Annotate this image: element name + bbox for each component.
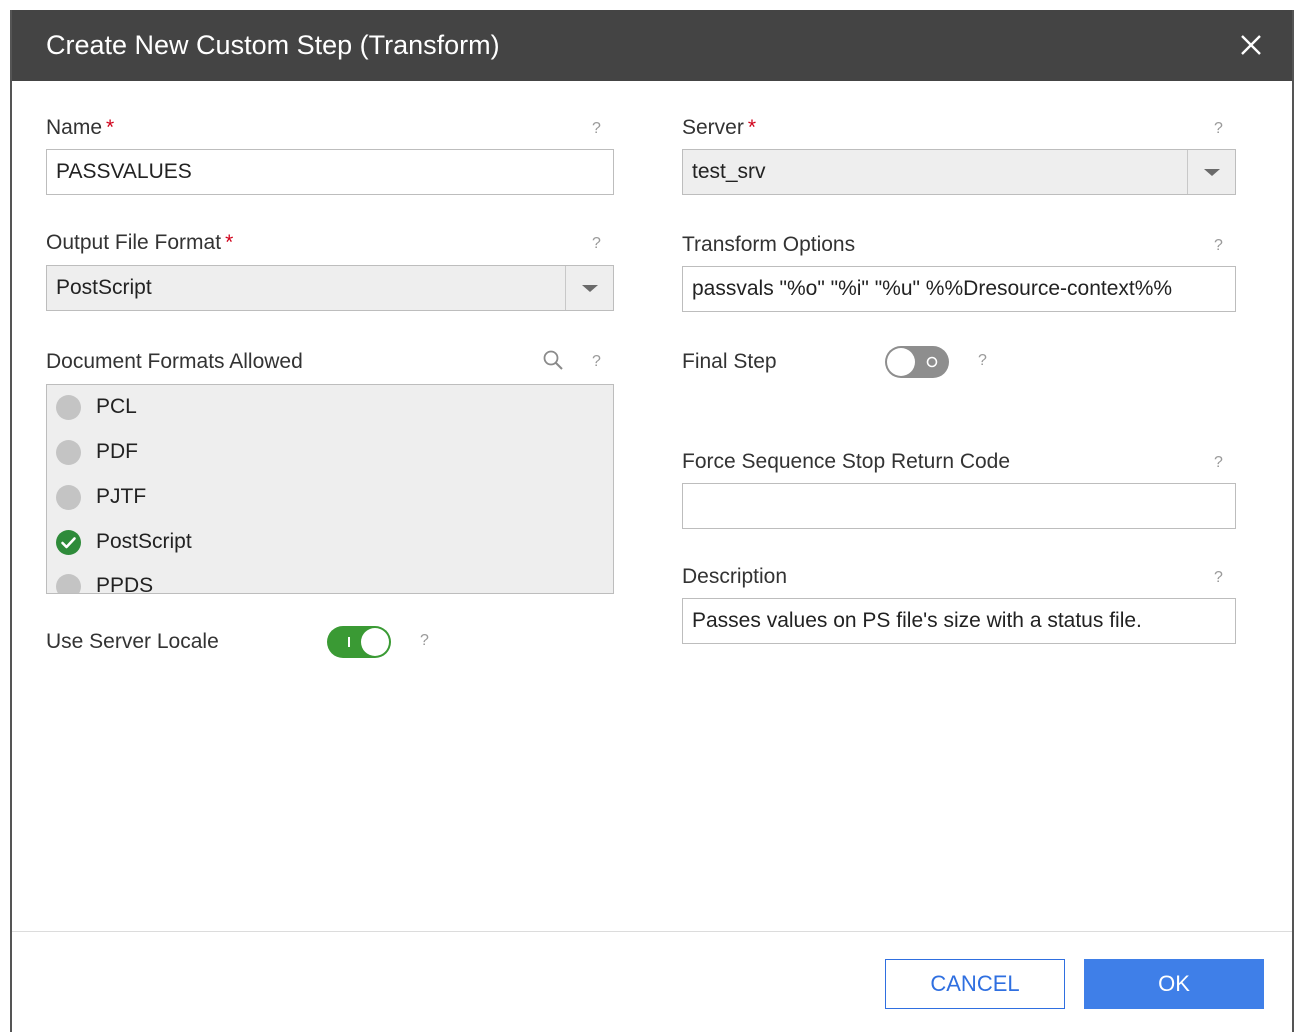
name-help-icon[interactable]: ? [592, 120, 601, 138]
unchecked-circle-icon[interactable] [56, 484, 81, 510]
list-item-label: PDF [96, 440, 138, 463]
transform-options-help-icon[interactable]: ? [1214, 237, 1223, 255]
list-item[interactable]: PDF [47, 430, 138, 474]
toggle-off-glyph-icon [926, 356, 938, 368]
list-item[interactable]: PostScript [47, 520, 192, 564]
server-select[interactable]: test_srv [682, 149, 1236, 195]
name-label-text: Name [46, 116, 103, 139]
cancel-button[interactable]: CANCEL [885, 959, 1065, 1009]
unchecked-circle-icon[interactable] [56, 439, 81, 465]
close-icon[interactable] [1236, 30, 1266, 60]
doc-formats-list[interactable]: PCL PDF PJTF PostScript PPDS [46, 384, 614, 594]
force-stop-code-input[interactable] [682, 483, 1236, 529]
name-label: Name * [46, 116, 114, 140]
search-icon[interactable] [542, 349, 564, 371]
transform-options-input[interactable]: passvals "%o" "%i" "%u" %%Dresource-cont… [682, 266, 1236, 312]
chevron-down-icon[interactable] [1187, 150, 1235, 194]
server-label: Server * [682, 116, 756, 140]
list-item[interactable]: PJTF [47, 475, 146, 519]
server-help-icon[interactable]: ? [1214, 120, 1223, 138]
output-format-select[interactable]: PostScript [46, 265, 614, 311]
ok-button[interactable]: OK [1084, 959, 1264, 1009]
list-item-label: PJTF [96, 485, 147, 508]
footer-divider [12, 931, 1292, 932]
chevron-down-icon[interactable] [565, 266, 613, 310]
description-help-icon[interactable]: ? [1214, 569, 1223, 587]
create-custom-step-dialog: Create New Custom Step (Transform) Name *… [10, 10, 1294, 1032]
dialog-title: Create New Custom Step (Transform) [46, 30, 500, 60]
output-format-value: PostScript [56, 276, 152, 299]
required-marker: * [106, 116, 115, 139]
final-step-help-icon[interactable]: ? [978, 352, 987, 370]
final-step-toggle[interactable] [885, 346, 949, 378]
transform-options-label: Transform Options [682, 233, 856, 256]
use-server-locale-help-icon[interactable]: ? [420, 632, 429, 650]
required-marker: * [747, 116, 757, 139]
list-item-label: PCL [96, 395, 137, 418]
toggle-knob [361, 628, 389, 656]
name-input[interactable]: PASSVALUES [46, 149, 614, 195]
force-stop-code-help-icon[interactable]: ? [1214, 454, 1223, 472]
dialog-titlebar: Create New Custom Step (Transform) [12, 10, 1292, 81]
description-label: Description [682, 565, 788, 588]
final-step-label: Final Step [682, 350, 777, 373]
use-server-locale-label: Use Server Locale [46, 630, 219, 653]
output-format-label: Output File Format * [46, 231, 233, 255]
output-format-label-text: Output File Format [46, 231, 222, 254]
check-circle-icon[interactable] [56, 529, 81, 555]
list-item-label: PPDS [96, 574, 154, 594]
server-label-text: Server [682, 116, 744, 139]
description-input[interactable]: Passes values on PS file's size with a s… [682, 598, 1236, 644]
doc-formats-label: Document Formats Allowed [46, 350, 303, 373]
list-item[interactable]: PPDS [47, 564, 154, 594]
required-marker: * [225, 231, 234, 254]
list-item-label: PostScript [96, 530, 192, 553]
unchecked-circle-icon[interactable] [56, 573, 81, 593]
force-stop-code-label: Force Sequence Stop Return Code [682, 450, 1011, 473]
unchecked-circle-icon[interactable] [56, 394, 81, 420]
list-item[interactable]: PCL [47, 385, 137, 429]
doc-formats-help-icon[interactable]: ? [592, 353, 601, 371]
server-value: test_srv [692, 160, 766, 183]
use-server-locale-toggle[interactable] [327, 626, 391, 658]
checkmark-icon [61, 536, 76, 548]
output-format-help-icon[interactable]: ? [592, 235, 601, 253]
